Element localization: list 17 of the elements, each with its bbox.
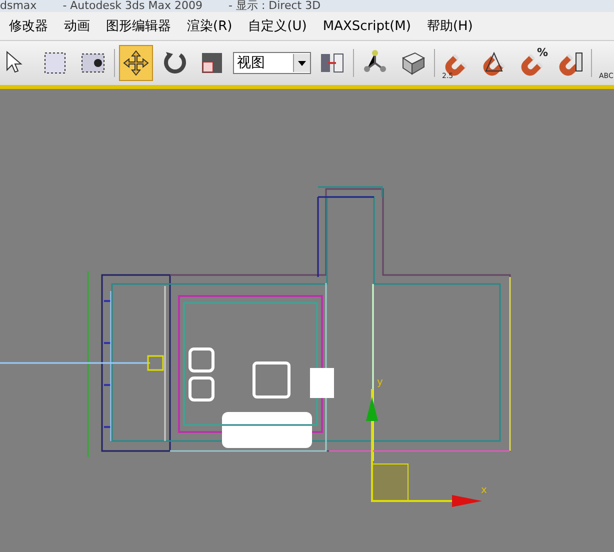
menu-item[interactable]: MAXScript(M): [316, 16, 418, 36]
view-dropdown[interactable]: 视图: [233, 52, 311, 74]
menu-item[interactable]: 图形编辑器: [99, 15, 178, 37]
window-title: dsmax: [0, 0, 37, 12]
menu-item[interactable]: 动画: [57, 15, 97, 37]
move-button[interactable]: [119, 45, 153, 81]
menu-item[interactable]: 自定义(U): [241, 15, 314, 37]
window-title: - Autodesk 3ds Max 2009: [62, 0, 202, 12]
y-axis-label: y: [377, 377, 383, 388]
magnet-button[interactable]: %: [515, 45, 549, 81]
menu-item[interactable]: 帮助(H): [420, 15, 480, 37]
window-title: - 显示 : Direct 3D: [228, 0, 321, 12]
move-icon: [122, 49, 150, 77]
x-axis-label: x: [481, 485, 487, 496]
snap-label: %: [536, 46, 548, 59]
menu-item[interactable]: 修改器: [2, 15, 55, 37]
menu-item[interactable]: 渲染(R): [180, 15, 240, 37]
